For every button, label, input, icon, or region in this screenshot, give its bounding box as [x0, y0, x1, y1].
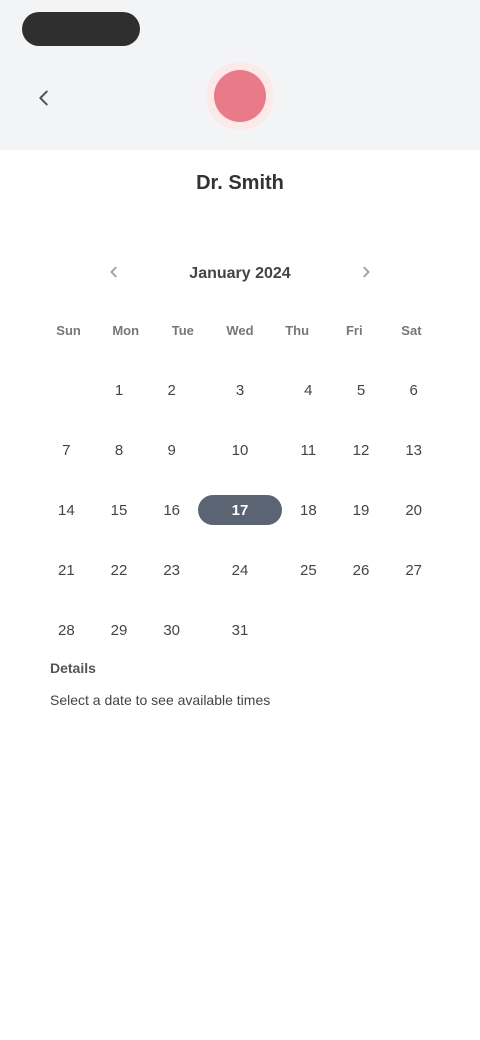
day-number: 29 — [110, 621, 128, 639]
calendar-day[interactable]: 20 — [387, 480, 440, 540]
calendar-day[interactable]: 12 — [335, 420, 388, 480]
day-number: 31 — [231, 621, 249, 639]
next-month-button[interactable] — [352, 260, 380, 288]
calendar-day[interactable]: 14 — [40, 480, 93, 540]
calendar-day[interactable]: 11 — [282, 420, 335, 480]
calendar-day[interactable]: 19 — [335, 480, 388, 540]
day-number: 13 — [405, 441, 422, 459]
day-number: 30 — [163, 621, 180, 639]
day-number — [397, 613, 431, 647]
calendar-day[interactable]: 30 — [145, 600, 198, 660]
day-number: 14 — [57, 501, 75, 519]
day-number: 6 — [409, 381, 418, 399]
day-number: 28 — [57, 621, 75, 639]
days-grid: 1 2 3 4 5 6 7 8 9 10 11 12 13 14 15 16 17 18 19 20 21 22 23 24 2… — [40, 360, 440, 660]
day-number: 10 — [231, 441, 249, 459]
day-number — [49, 373, 83, 407]
calendar-day[interactable]: 28 — [40, 600, 93, 660]
day-number: 11 — [300, 441, 317, 459]
calendar-day[interactable]: 29 — [93, 600, 146, 660]
day-number: 5 — [356, 381, 366, 399]
details-label: Details — [50, 660, 96, 676]
day-number: 8 — [114, 441, 124, 459]
day-number: 9 — [167, 441, 176, 459]
day-number: 20 — [405, 501, 422, 519]
weekday-label: Sun — [56, 322, 81, 338]
day-number: 12 — [352, 441, 370, 459]
weekday-label: Thu — [285, 322, 310, 338]
calendar-day[interactable]: 10 — [198, 420, 282, 480]
day-number: 18 — [299, 501, 317, 519]
calendar-day[interactable]: 25 — [282, 540, 335, 600]
calendar-day — [40, 360, 93, 420]
day-number — [344, 613, 378, 647]
day-number: 23 — [163, 561, 180, 579]
weekday-row: Sun Mon Tue Wed Thu Fri Sat — [40, 310, 440, 350]
calendar-day[interactable]: 13 — [387, 420, 440, 480]
calendar-day[interactable]: 23 — [145, 540, 198, 600]
calendar-day — [335, 600, 388, 660]
day-number: 24 — [231, 561, 249, 579]
day-number: 25 — [299, 561, 317, 579]
calendar-day[interactable]: 8 — [93, 420, 146, 480]
calendar-day — [282, 600, 335, 660]
month-title: January 2024 — [189, 265, 291, 282]
calendar-day[interactable]: 7 — [40, 420, 93, 480]
day-number: 1 — [114, 381, 124, 399]
back-button[interactable] — [26, 82, 62, 118]
day-number: 2 — [167, 381, 176, 399]
day-number: 15 — [110, 501, 128, 519]
calendar-day[interactable]: 2 — [145, 360, 198, 420]
day-number: 21 — [57, 561, 75, 579]
calendar-day[interactable]: 16 — [145, 480, 198, 540]
day-number — [291, 613, 325, 647]
avatar — [206, 62, 274, 130]
status-pill — [22, 12, 140, 46]
prev-month-button[interactable] — [100, 260, 128, 288]
avatar-image — [214, 70, 266, 122]
calendar-day[interactable]: 18 — [282, 480, 335, 540]
day-number: 4 — [304, 381, 313, 399]
calendar-day[interactable]: 31 — [198, 600, 282, 660]
day-number: 19 — [352, 501, 370, 519]
day-number: 16 — [163, 501, 180, 519]
weekday-label: Mon — [112, 322, 140, 338]
calendar-day — [387, 600, 440, 660]
weekday-label: Tue — [171, 322, 194, 338]
profile-name: Dr. Smith — [196, 172, 284, 194]
calendar: Sun Mon Tue Wed Thu Fri Sat 1 2 3 4 5 6 7 8 9 10 1… — [40, 310, 440, 660]
calendar-day[interactable]: 9 — [145, 420, 198, 480]
chevron-left-icon — [107, 265, 121, 284]
calendar-header: January 2024 — [100, 258, 380, 290]
day-number: 17 — [198, 495, 282, 525]
calendar-day[interactable]: 3 — [198, 360, 282, 420]
calendar-day[interactable]: 1 — [93, 360, 146, 420]
calendar-day[interactable]: 6 — [387, 360, 440, 420]
calendar-day[interactable]: 27 — [387, 540, 440, 600]
weekday-label: Fri — [345, 322, 363, 338]
weekday-label: Wed — [226, 322, 254, 338]
day-number: 3 — [235, 381, 245, 399]
day-number: 7 — [62, 441, 71, 459]
calendar-day[interactable]: 21 — [40, 540, 93, 600]
calendar-day[interactable]: 15 — [93, 480, 146, 540]
weekday-label: Sat — [401, 322, 422, 338]
details-text: Select a date to see available times — [50, 692, 271, 708]
calendar-day[interactable]: 26 — [335, 540, 388, 600]
calendar-day[interactable]: 22 — [93, 540, 146, 600]
calendar-day[interactable]: 24 — [198, 540, 282, 600]
back-arrow-icon — [33, 87, 55, 114]
calendar-day-selected[interactable]: 17 — [198, 480, 282, 540]
day-number: 26 — [352, 561, 370, 579]
calendar-day[interactable]: 4 — [282, 360, 335, 420]
chevron-right-icon — [359, 265, 373, 284]
calendar-day[interactable]: 5 — [335, 360, 388, 420]
day-number: 22 — [110, 561, 128, 579]
day-number: 27 — [405, 561, 422, 579]
